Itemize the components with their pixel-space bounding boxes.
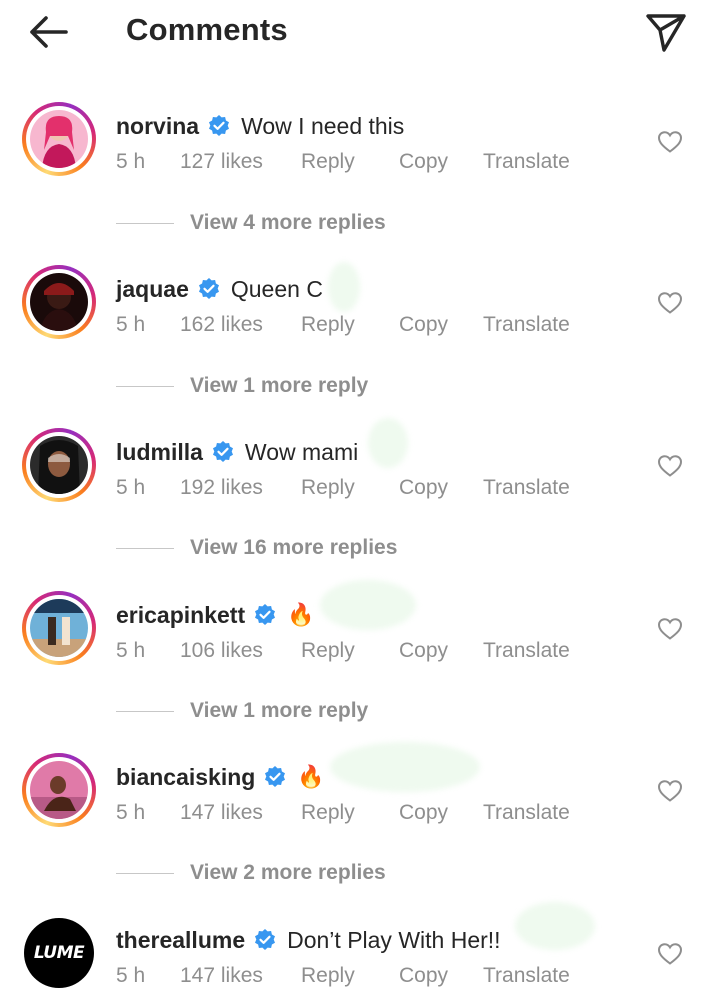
translate-button[interactable]: Translate [483, 964, 570, 988]
comment-text: 🔥 [287, 602, 315, 627]
verified-badge-icon [265, 766, 286, 787]
divider [116, 222, 174, 224]
heart-icon[interactable] [657, 779, 683, 803]
comment-text: Wow I need this [241, 112, 405, 139]
background-smudge [368, 418, 408, 468]
copy-button[interactable]: Copy [399, 150, 448, 174]
reply-button[interactable]: Reply [301, 801, 355, 825]
avatar[interactable] [22, 428, 96, 502]
comment-username[interactable]: biancaisking [116, 764, 255, 791]
comment-time: 5 h [116, 150, 146, 173]
translate-button[interactable]: Translate [483, 476, 570, 500]
comment-likes[interactable]: 162 likes [180, 313, 263, 337]
heart-icon[interactable] [657, 291, 683, 315]
comment-item: ludmilla Wow mami 5 h 192 likes Reply Co… [0, 428, 720, 528]
verified-badge-icon [198, 278, 219, 299]
comment-time: 5 h [116, 964, 146, 987]
verified-badge-icon [255, 604, 276, 625]
comment-time: 5 h [116, 313, 146, 336]
comment-likes[interactable]: 106 likes [180, 639, 263, 663]
comment-username[interactable]: thereallume [116, 927, 245, 954]
translate-button[interactable]: Translate [483, 150, 570, 174]
comment-likes[interactable]: 147 likes [180, 801, 263, 825]
translate-button[interactable]: Translate [483, 639, 570, 663]
comment-text: Queen C [230, 275, 323, 302]
reply-button[interactable]: Reply [301, 639, 355, 663]
copy-button[interactable]: Copy [399, 964, 448, 988]
reply-button[interactable]: Reply [301, 476, 355, 500]
avatar[interactable] [22, 753, 96, 827]
view-replies-link[interactable]: View 16 more replies [116, 533, 397, 563]
background-smudge [328, 262, 360, 312]
divider [116, 872, 174, 874]
heart-icon[interactable] [657, 130, 683, 154]
avatar[interactable] [22, 265, 96, 339]
comment-likes[interactable]: 192 likes [180, 476, 263, 500]
reply-button[interactable]: Reply [301, 964, 355, 988]
reply-button[interactable]: Reply [301, 150, 355, 174]
view-replies-link[interactable]: View 4 more replies [116, 208, 386, 238]
background-smudge [330, 742, 480, 792]
avatar-logo-text: LUME [33, 943, 85, 963]
verified-badge-icon [212, 441, 233, 462]
verified-badge-icon [255, 929, 276, 950]
heart-icon[interactable] [657, 942, 683, 966]
view-replies-link[interactable]: View 1 more reply [116, 696, 368, 726]
heart-icon[interactable] [657, 617, 683, 641]
translate-button[interactable]: Translate [483, 313, 570, 337]
comment-username[interactable]: ericapinkett [116, 602, 245, 629]
arrow-left-icon[interactable] [26, 12, 70, 52]
view-replies-link[interactable]: View 1 more reply [116, 371, 368, 401]
comment-text: Don’t Play With Her!! [287, 926, 501, 953]
background-smudge [515, 902, 595, 950]
heart-icon[interactable] [657, 454, 683, 478]
view-replies-link[interactable]: View 2 more replies [116, 858, 386, 888]
avatar[interactable] [22, 591, 96, 665]
copy-button[interactable]: Copy [399, 313, 448, 337]
divider [116, 710, 174, 712]
comment-username[interactable]: norvina [116, 113, 199, 140]
comment-username[interactable]: jaquae [116, 276, 189, 303]
reply-button[interactable]: Reply [301, 313, 355, 337]
comment-text: Wow mami [244, 438, 359, 465]
header-bar: Comments [0, 0, 720, 64]
translate-button[interactable]: Translate [483, 801, 570, 825]
avatar[interactable] [22, 102, 96, 176]
comment-time: 5 h [116, 639, 146, 662]
page-title: Comments [126, 12, 288, 47]
avatar[interactable]: LUME [22, 916, 96, 990]
comment-text: 🔥 [297, 764, 325, 789]
verified-badge-icon [209, 115, 230, 136]
comment-username[interactable]: ludmilla [116, 439, 203, 466]
comment-likes[interactable]: 127 likes [180, 150, 263, 174]
comment-time: 5 h [116, 801, 146, 824]
comment-time: 5 h [116, 476, 146, 499]
background-smudge [320, 580, 416, 630]
copy-button[interactable]: Copy [399, 639, 448, 663]
divider [116, 385, 174, 387]
copy-button[interactable]: Copy [399, 476, 448, 500]
comment-item: norvina Wow I need this 5 h 127 likes Re… [0, 102, 720, 202]
copy-button[interactable]: Copy [399, 801, 448, 825]
comment-item: LUME thereallume Don’t Play With Her!! 5… [0, 916, 720, 996]
comment-item: jaquae Queen C 5 h 162 likes Reply Copy … [0, 265, 720, 365]
paper-plane-icon[interactable] [644, 10, 688, 54]
divider [116, 547, 174, 549]
comment-likes[interactable]: 147 likes [180, 964, 263, 988]
